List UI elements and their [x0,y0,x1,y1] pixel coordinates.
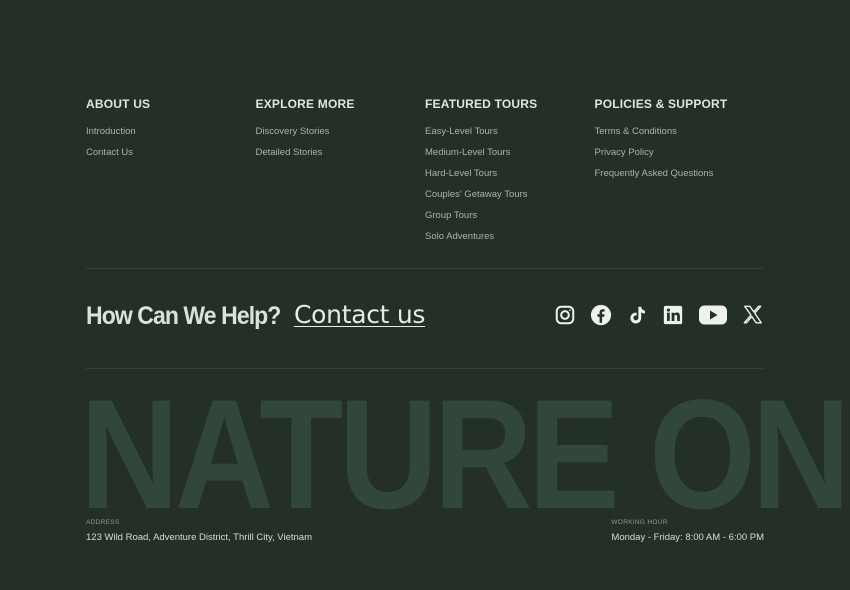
footer-column-featured-tours: FEATURED TOURS Easy-Level Tours Medium-L… [425,97,595,246]
footer-column-explore: EXPLORE MORE Discovery Stories Detailed … [256,97,426,246]
tiktok-icon[interactable] [626,304,648,326]
address-label: ADDRESS [86,519,120,526]
working-hour-value: Monday - Friday: 8:00 AM - 6:00 PM [611,532,764,543]
youtube-icon[interactable] [698,304,728,326]
column-heading: ABOUT US [86,97,151,111]
contact-us-link[interactable]: Contact us [294,300,425,329]
column-heading: EXPLORE MORE [255,97,355,111]
link-contact-us[interactable]: Contact Us [86,147,133,158]
link-easy-level-tours[interactable]: Easy-Level Tours [425,126,498,137]
brand-wordmark: NATURE ON [80,368,850,542]
link-privacy-policy[interactable]: Privacy Policy [595,147,654,158]
x-icon[interactable] [742,304,764,326]
link-introduction[interactable]: Introduction [86,126,136,137]
column-heading: FEATURED TOURS [425,97,538,111]
link-medium-level-tours[interactable]: Medium-Level Tours [425,147,510,158]
linkedin-icon[interactable] [662,304,684,326]
link-couples-getaway-tours[interactable]: Couples' Getaway Tours [425,189,528,200]
footer-column-about: ABOUT US Introduction Contact Us [86,97,256,246]
link-list: Easy-Level Tours Medium-Level Tours Hard… [425,120,595,246]
link-list: Terms & Conditions Privacy Policy Freque… [595,120,765,183]
site-footer: ABOUT US Introduction Contact Us EXPLORE… [80,0,850,590]
link-faq[interactable]: Frequently Asked Questions [595,168,714,179]
link-solo-adventures[interactable]: Solo Adventures [425,231,494,242]
working-hour-block: WORKING HOUR Monday - Friday: 8:00 AM - … [611,518,764,546]
link-list: Discovery Stories Detailed Stories [256,120,426,162]
footer-column-policies: POLICIES & SUPPORT Terms & Conditions Pr… [595,97,765,246]
instagram-icon[interactable] [554,304,576,326]
facebook-icon[interactable] [590,304,612,326]
link-detailed-stories[interactable]: Detailed Stories [256,147,323,158]
address-block: ADDRESS 123 Wild Road, Adventure Distric… [86,518,312,546]
working-hour-label: WORKING HOUR [611,519,668,526]
link-group-tours[interactable]: Group Tours [425,210,477,221]
social-links [540,304,764,326]
link-list: Introduction Contact Us [86,120,256,162]
footer-columns: ABOUT US Introduction Contact Us EXPLORE… [86,97,764,246]
address-value: 123 Wild Road, Adventure District, Thril… [86,532,312,543]
link-hard-level-tours[interactable]: Hard-Level Tours [425,168,497,179]
help-title: How Can We Help? [86,302,281,330]
divider [86,268,764,269]
link-terms-conditions[interactable]: Terms & Conditions [595,126,677,137]
link-discovery-stories[interactable]: Discovery Stories [256,126,330,137]
column-heading: POLICIES & SUPPORT [594,97,728,111]
help-row: How Can We Help? Contact us [86,300,764,340]
